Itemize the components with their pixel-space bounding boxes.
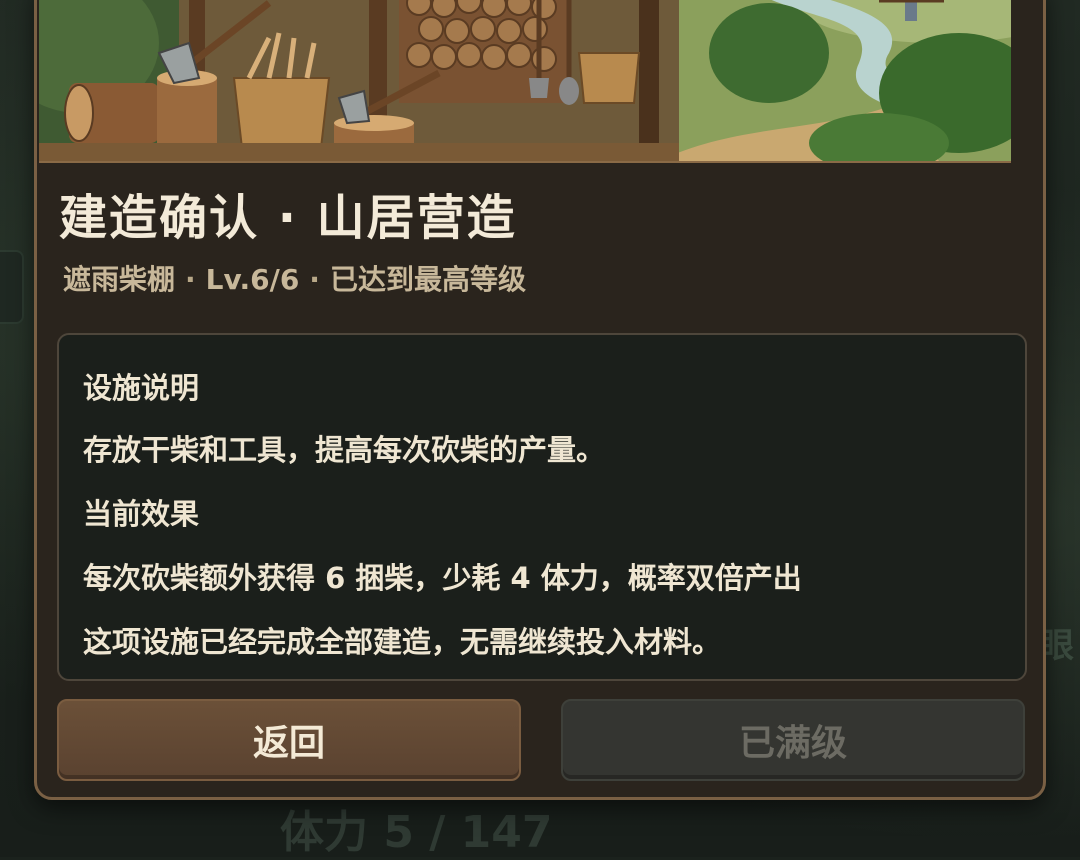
separator: · [185, 263, 196, 296]
facility-info-panel: 设施说明 存放干柴和工具，提高每次砍柴的产量。 当前效果 每次砍柴额外获得 6 … [57, 333, 1027, 681]
description-heading: 设施说明 [83, 371, 200, 405]
back-button[interactable]: 返回 [57, 699, 521, 781]
separator: · [309, 263, 320, 296]
effect-text: 每次砍柴额外获得 6 捆柴，少耗 4 体力，概率双倍产出 [83, 561, 802, 595]
background-tile [0, 250, 24, 324]
facility-illustration [39, 0, 1011, 163]
description-text: 存放干柴和工具，提高每次砍柴的产量。 [83, 433, 606, 467]
stamina-readout: 体力 5 / 147 [280, 807, 553, 858]
facility-level: Lv.6/6 [205, 263, 300, 296]
dialog-title: 建造确认 · 山居营造 [59, 190, 517, 246]
max-level-button[interactable]: 已满级 [561, 699, 1025, 781]
completion-note: 这项设施已经完成全部建造，无需继续投入材料。 [83, 625, 722, 659]
effect-heading: 当前效果 [83, 497, 200, 531]
facility-name: 遮雨柴棚 [63, 263, 176, 296]
level-status: 已达到最高等级 [329, 263, 526, 296]
facility-subtitle: 遮雨柴棚 · Lv.6/6 · 已达到最高等级 [63, 258, 526, 298]
build-confirm-dialog: 建造确认 · 山居营造 遮雨柴棚 · Lv.6/6 · 已达到最高等级 设施说明 存放干… [34, 0, 1046, 800]
